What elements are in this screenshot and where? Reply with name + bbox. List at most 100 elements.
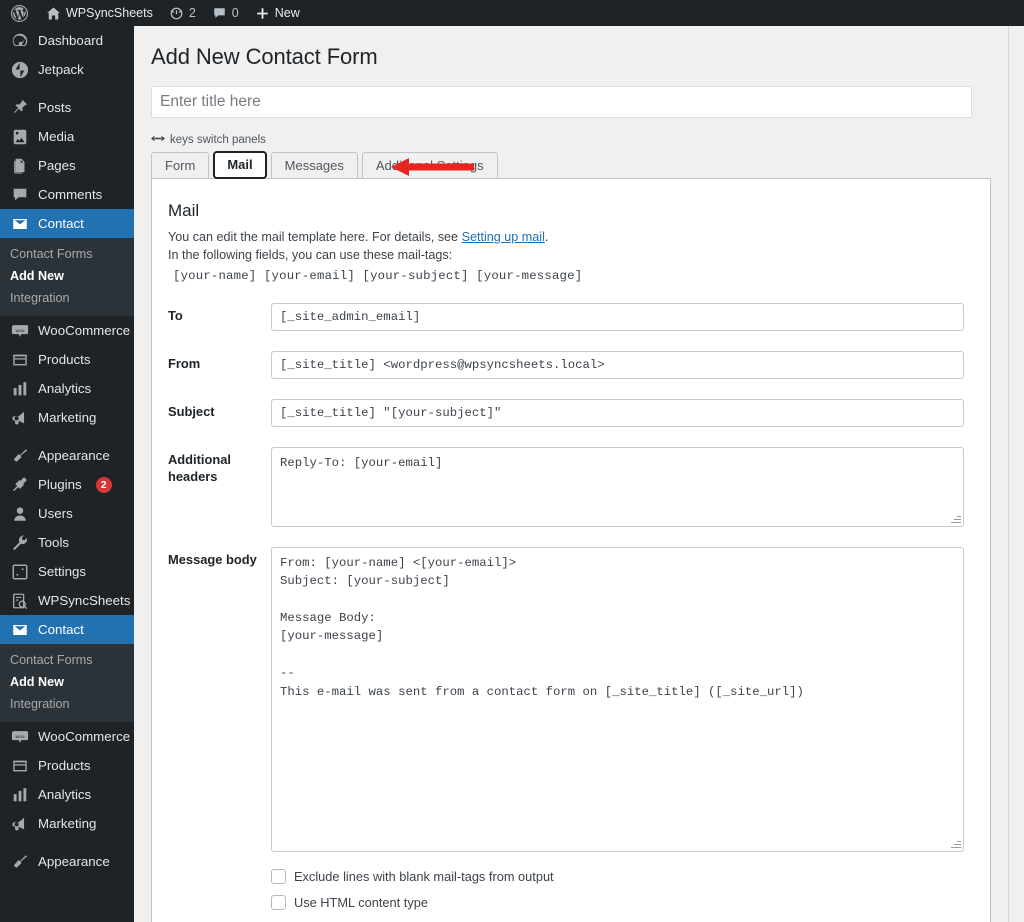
additional-headers-textarea[interactable]: Reply-To: [your-email]	[271, 447, 964, 527]
wpsyncsheets-icon	[10, 591, 29, 610]
mail-panel-description-line-2: In the following fields, you can use the…	[168, 246, 964, 264]
sidebar-item-media[interactable]: Media	[0, 122, 134, 151]
svg-text:woo: woo	[15, 734, 24, 739]
sidebar-item-analytics[interactable]: Analytics	[0, 780, 134, 809]
sidebar-item-label: WPSyncSheets	[38, 593, 130, 608]
wordpress-logo-button[interactable]	[0, 0, 38, 26]
sidebar-item-products[interactable]: Products	[0, 751, 134, 780]
tab-additional-settings[interactable]: Additional Settings	[362, 152, 498, 179]
page-scrollbar[interactable]	[1008, 26, 1024, 922]
megaphone-icon	[10, 408, 29, 427]
available-mail-tags: [your-name] [your-email] [your-subject] …	[168, 265, 964, 283]
from-field-input[interactable]	[271, 351, 964, 379]
sidebar-item-comments[interactable]: Comments	[0, 180, 134, 209]
checkbox-label: Exclude lines with blank mail-tags from …	[294, 869, 554, 884]
keys-switch-panels-label: keys switch panels	[170, 134, 266, 146]
sidebar-subitem-integration[interactable]: Integration	[0, 287, 134, 309]
updates-icon	[169, 6, 184, 21]
sidebar-item-wpsyncsheets[interactable]: WPSyncSheets	[0, 586, 134, 615]
form-title-input[interactable]	[151, 86, 972, 118]
pages-icon	[10, 156, 29, 175]
sidebar-item-label: Comments	[38, 187, 102, 202]
sidebar-item-pages[interactable]: Pages	[0, 151, 134, 180]
sidebar-item-marketing[interactable]: Marketing	[0, 403, 134, 432]
checkbox-row[interactable]: Exclude lines with blank mail-tags from …	[271, 869, 964, 884]
mail-panel-description-line-1: You can edit the mail template here. For…	[168, 228, 964, 246]
checkbox-row[interactable]: Use HTML content type	[271, 895, 964, 910]
sidebar-subitem-contact-forms[interactable]: Contact Forms	[0, 243, 134, 265]
sidebar-item-users[interactable]: Users	[0, 499, 134, 528]
woocommerce-icon: woo	[10, 321, 29, 340]
products-icon	[10, 756, 29, 775]
sidebar-item-label: Marketing	[38, 410, 96, 425]
desc-text-pre: You can edit the mail template here. For…	[168, 230, 462, 244]
additional-headers-field-label: Additional headers	[168, 447, 271, 527]
new-content-label: New	[275, 6, 300, 20]
subject-field-input[interactable]	[271, 399, 964, 427]
woocommerce-icon: woo	[10, 727, 29, 746]
field-row-additional-headers: Additional headers Reply-To: [your-email…	[168, 447, 964, 527]
setting-up-mail-link[interactable]: Setting up mail	[462, 230, 545, 244]
tab-form[interactable]: Form	[151, 152, 209, 179]
wrench-icon	[10, 533, 29, 552]
paintbrush-icon	[10, 446, 29, 465]
sidebar-item-dashboard[interactable]: Dashboard	[0, 26, 134, 55]
pin-icon	[10, 98, 29, 117]
comments-count: 0	[232, 6, 239, 20]
sidebar-item-label: Dashboard	[38, 33, 103, 48]
sidebar-subitem-add-new[interactable]: Add New	[0, 671, 134, 693]
keys-switch-panels-hint: keys switch panels	[134, 118, 1008, 146]
to-field-input[interactable]	[271, 303, 964, 331]
sidebar-item-label: Plugins	[38, 477, 82, 492]
field-row-subject: Subject	[168, 399, 964, 427]
chart-bars-icon	[10, 379, 29, 398]
sidebar-item-appearance[interactable]: Appearance	[0, 441, 134, 470]
panel-tabs: FormMailMessagesAdditional Settings	[134, 146, 1008, 178]
sidebar-item-label: Appearance	[38, 448, 110, 463]
sidebar-subitem-integration[interactable]: Integration	[0, 693, 134, 715]
admin-sidebar: Dashboard Jetpack PostsMediaPages Comments C…	[0, 26, 134, 922]
chart-bars-icon	[10, 785, 29, 804]
sidebar-submenu: Contact FormsAdd NewIntegration	[0, 238, 134, 316]
checkbox-input[interactable]	[271, 895, 286, 910]
sidebar-item-products[interactable]: Products	[0, 345, 134, 374]
sidebar-item-analytics[interactable]: Analytics	[0, 374, 134, 403]
sidebar-submenu: Contact FormsAdd NewIntegration	[0, 644, 134, 722]
sidebar-item-woocommerce[interactable]: woo WooCommerce	[0, 316, 134, 345]
sliders-icon	[10, 562, 29, 581]
new-content-menu[interactable]: New	[247, 0, 308, 26]
sidebar-item-label: Jetpack	[38, 62, 84, 77]
comment-bubble-icon	[212, 6, 227, 21]
dashboard-icon	[10, 31, 29, 50]
tab-messages[interactable]: Messages	[271, 152, 358, 179]
plug-icon	[10, 475, 29, 494]
subject-field-label: Subject	[168, 399, 271, 427]
mail-options-checkbox-group: Exclude lines with blank mail-tags from …	[152, 869, 990, 910]
sidebar-item-plugins[interactable]: Plugins2	[0, 470, 134, 499]
sidebar-item-posts[interactable]: Posts	[0, 93, 134, 122]
tab-mail[interactable]: Mail	[213, 151, 266, 179]
sidebar-subitem-add-new[interactable]: Add New	[0, 265, 134, 287]
sidebar-item-woocommerce[interactable]: wooWooCommerce	[0, 722, 134, 751]
envelope-icon	[10, 620, 29, 639]
site-name-menu[interactable]: WPSyncSheets	[38, 0, 161, 26]
sidebar-item-settings[interactable]: Settings	[0, 557, 134, 586]
sidebar-item-appearance[interactable]: Appearance	[0, 847, 134, 876]
products-icon	[10, 350, 29, 369]
sidebar-item-tools[interactable]: Tools	[0, 528, 134, 557]
sidebar-item-contact[interactable]: Contact	[0, 209, 134, 238]
envelope-icon	[10, 214, 29, 233]
updates-menu[interactable]: 2	[161, 0, 204, 26]
sidebar-item-marketing[interactable]: Marketing	[0, 809, 134, 838]
comments-menu[interactable]: 0	[204, 0, 247, 26]
sidebar-item-label: WooCommerce	[38, 323, 130, 338]
sidebar-item-label: Users	[38, 506, 73, 521]
sidebar-item-jetpack[interactable]: Jetpack	[0, 55, 134, 84]
sidebar-item-label: Products	[38, 758, 90, 773]
message-body-textarea[interactable]: From: [your-name] <[your-email]> Subject…	[271, 547, 964, 852]
sidebar-item-label: Settings	[38, 564, 86, 579]
sidebar-subitem-contact-forms[interactable]: Contact Forms	[0, 649, 134, 671]
sidebar-item-contact[interactable]: Contact	[0, 615, 134, 644]
sidebar-separator	[0, 432, 134, 441]
checkbox-input[interactable]	[271, 869, 286, 884]
